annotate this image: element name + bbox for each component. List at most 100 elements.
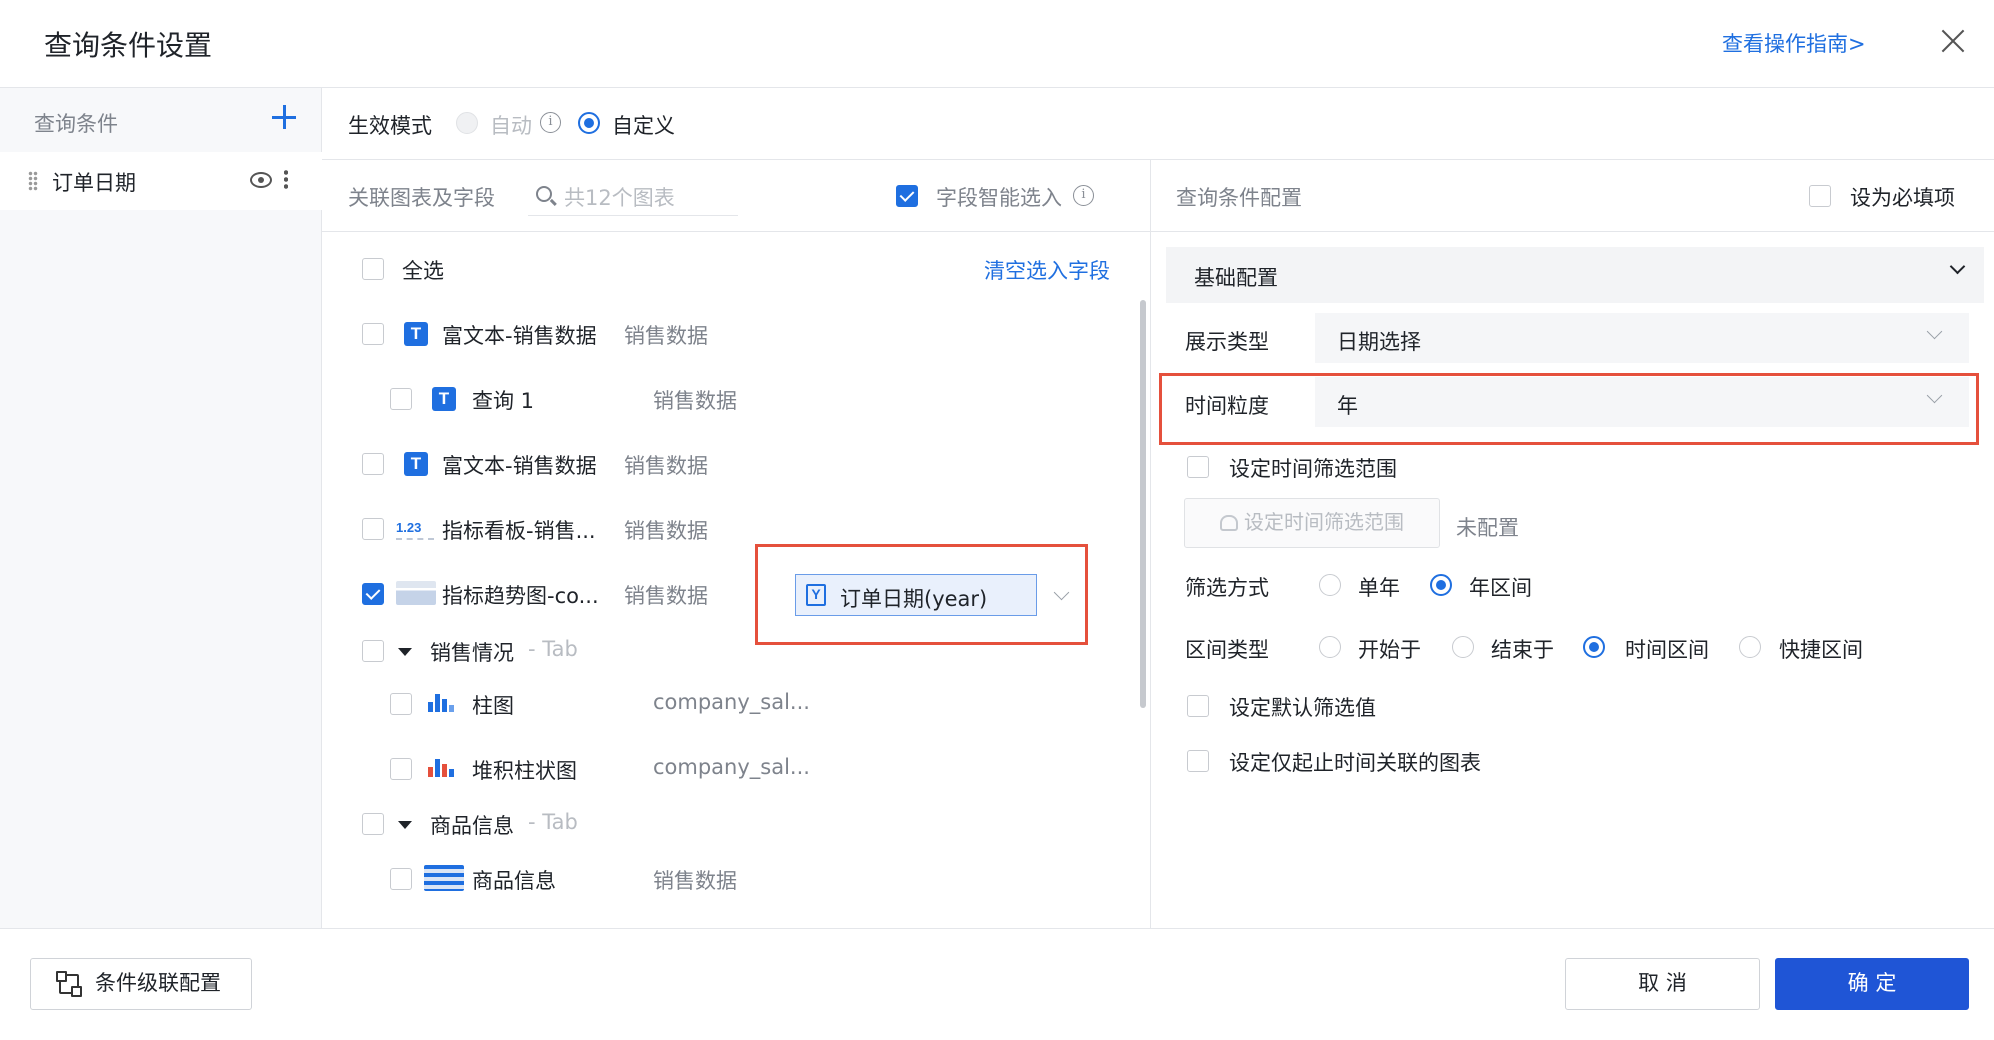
field-select-value: 订单日期(year) [840, 587, 988, 611]
tab-group-suffix: - Tab [528, 637, 578, 661]
table-icon [424, 865, 464, 891]
range-type-label: 区间类型 [1185, 638, 1269, 662]
mode-row: 生效模式 自动 i 自定义 [322, 88, 1994, 160]
default-value-checkbox[interactable] [1187, 695, 1209, 717]
chart-row-source: 销售数据 [624, 324, 708, 348]
range-start-radio[interactable] [1319, 636, 1341, 658]
chart-row-source: company_sal... [653, 690, 810, 714]
caret-down-icon[interactable] [398, 648, 412, 656]
chart-row-checkbox[interactable] [362, 583, 384, 605]
required-checkbox[interactable] [1809, 185, 1831, 207]
select-all-checkbox[interactable] [362, 258, 384, 280]
dialog-title: 查询条件设置 [44, 29, 213, 62]
chart-row-source: 销售数据 [624, 454, 708, 478]
tab-group-checkbox[interactable] [362, 640, 384, 662]
chart-row-checkbox[interactable] [390, 388, 412, 410]
basic-config-section[interactable]: 基础配置 [1166, 247, 1984, 303]
required-label: 设为必填项 [1850, 186, 1955, 210]
add-condition-icon[interactable] [271, 104, 297, 130]
list-scrollbar[interactable] [1140, 300, 1146, 708]
chart-row-name: 富文本-销售数据 [442, 454, 597, 478]
info-icon: i [540, 112, 561, 133]
close-icon[interactable] [1938, 26, 1968, 56]
smart-select-checkbox[interactable] [896, 185, 918, 207]
tab-group-name: 商品信息 [430, 814, 514, 838]
tab-group-suffix: - Tab [528, 810, 578, 834]
chart-row-name: 指标趋势图-co... [442, 584, 599, 608]
config-header: 查询条件配置 设为必填项 [1151, 160, 1994, 232]
chart-row-name: 商品信息 [472, 869, 556, 893]
range-quick-radio[interactable] [1739, 636, 1761, 658]
display-type-value: 日期选择 [1337, 330, 1421, 354]
display-type-select[interactable]: 日期选择 [1315, 313, 1969, 363]
bar-chart-icon [426, 690, 460, 714]
mode-custom-label[interactable]: 自定义 [612, 110, 675, 140]
condition-item[interactable]: 订单日期 [0, 152, 322, 210]
chart-row-checkbox[interactable] [362, 518, 384, 540]
chart-row-name: 指标看板-销售... [442, 519, 596, 543]
rich-text-icon: T [404, 452, 428, 476]
chart-row-checkbox[interactable] [362, 453, 384, 475]
chart-search-input[interactable]: 共12个图表 [528, 180, 738, 216]
query-condition-dialog: 查询条件设置 查看操作指南> 查询条件 订单日期 生效模式 自动 i 自定义 关… [0, 0, 1994, 1040]
search-placeholder: 共12个图表 [564, 186, 675, 210]
filter-single-year-radio[interactable] [1319, 574, 1341, 596]
chart-row-name: 堆积柱状图 [472, 759, 577, 783]
range-quick-label: 快捷区间 [1779, 638, 1863, 662]
cascade-config-label: 条件级联配置 [95, 971, 221, 995]
info-icon: i [1073, 185, 1094, 206]
granularity-highlight-box [1159, 373, 1979, 445]
mode-label: 生效模式 [348, 114, 432, 138]
stacked-bar-chart-icon [426, 755, 460, 779]
field-select[interactable]: Y 订单日期(year) [795, 574, 1037, 616]
chart-row-checkbox[interactable] [362, 323, 384, 345]
chart-row-source: 销售数据 [653, 389, 737, 413]
caret-down-icon[interactable] [398, 821, 412, 829]
chevron-down-icon[interactable] [1949, 258, 1966, 275]
eye-icon[interactable] [250, 172, 272, 188]
cancel-button[interactable]: 取 消 [1565, 958, 1760, 1010]
mode-custom-radio[interactable] [578, 112, 600, 134]
filter-single-year-label: 单年 [1358, 576, 1400, 600]
tab-group-checkbox[interactable] [362, 813, 384, 835]
chart-row-checkbox[interactable] [390, 758, 412, 780]
tab-group-name: 销售情况 [430, 641, 514, 665]
linked-only-label: 设定仅起止时间关联的图表 [1229, 751, 1481, 775]
config-panel: 查询条件配置 设为必填项 基础配置 展示类型 日期选择 时间粒度 年 设定时间筛… [1151, 160, 1994, 928]
select-all-label: 全选 [402, 259, 444, 283]
drag-handle-icon[interactable] [28, 171, 38, 191]
chart-row-source: 销售数据 [624, 584, 708, 608]
dialog-footer: 条件级联配置 取 消 确 定 [0, 928, 1994, 1040]
basic-config-title: 基础配置 [1194, 266, 1278, 290]
time-range-checkbox[interactable] [1187, 456, 1209, 478]
filter-year-range-radio[interactable] [1430, 574, 1452, 596]
confirm-button[interactable]: 确 定 [1775, 958, 1969, 1010]
chart-row-name: 富文本-销售数据 [442, 324, 597, 348]
range-between-label: 时间区间 [1625, 638, 1709, 662]
chart-row-checkbox[interactable] [390, 868, 412, 890]
config-title: 查询条件配置 [1176, 186, 1302, 210]
chart-row-checkbox[interactable] [390, 693, 412, 715]
search-icon [536, 186, 552, 202]
mode-auto-radio [456, 112, 478, 134]
guide-link[interactable]: 查看操作指南> [1722, 28, 1866, 58]
range-end-radio[interactable] [1452, 636, 1474, 658]
chart-row-source: 销售数据 [624, 519, 708, 543]
range-end-label: 结束于 [1491, 638, 1554, 662]
time-range-button-label: 设定时间筛选范围 [1244, 510, 1404, 534]
chevron-down-icon [1926, 323, 1943, 340]
filter-mode-label: 筛选方式 [1185, 576, 1269, 600]
rich-text-icon: T [432, 387, 456, 411]
range-between-radio[interactable] [1583, 636, 1605, 658]
linked-only-checkbox[interactable] [1187, 750, 1209, 772]
cascade-config-button[interactable]: 条件级联配置 [30, 958, 252, 1010]
time-range-label: 设定时间筛选范围 [1229, 457, 1397, 481]
chart-row-source: company_sal... [653, 755, 810, 779]
time-range-status: 未配置 [1456, 516, 1519, 540]
condition-item-label: 订单日期 [52, 171, 136, 195]
condition-list-panel: 查询条件 订单日期 [0, 88, 322, 928]
more-icon[interactable] [284, 169, 288, 191]
chart-row-name: 柱图 [472, 694, 514, 718]
range-start-label: 开始于 [1358, 638, 1421, 662]
clear-fields-link[interactable]: 清空选入字段 [984, 255, 1110, 285]
